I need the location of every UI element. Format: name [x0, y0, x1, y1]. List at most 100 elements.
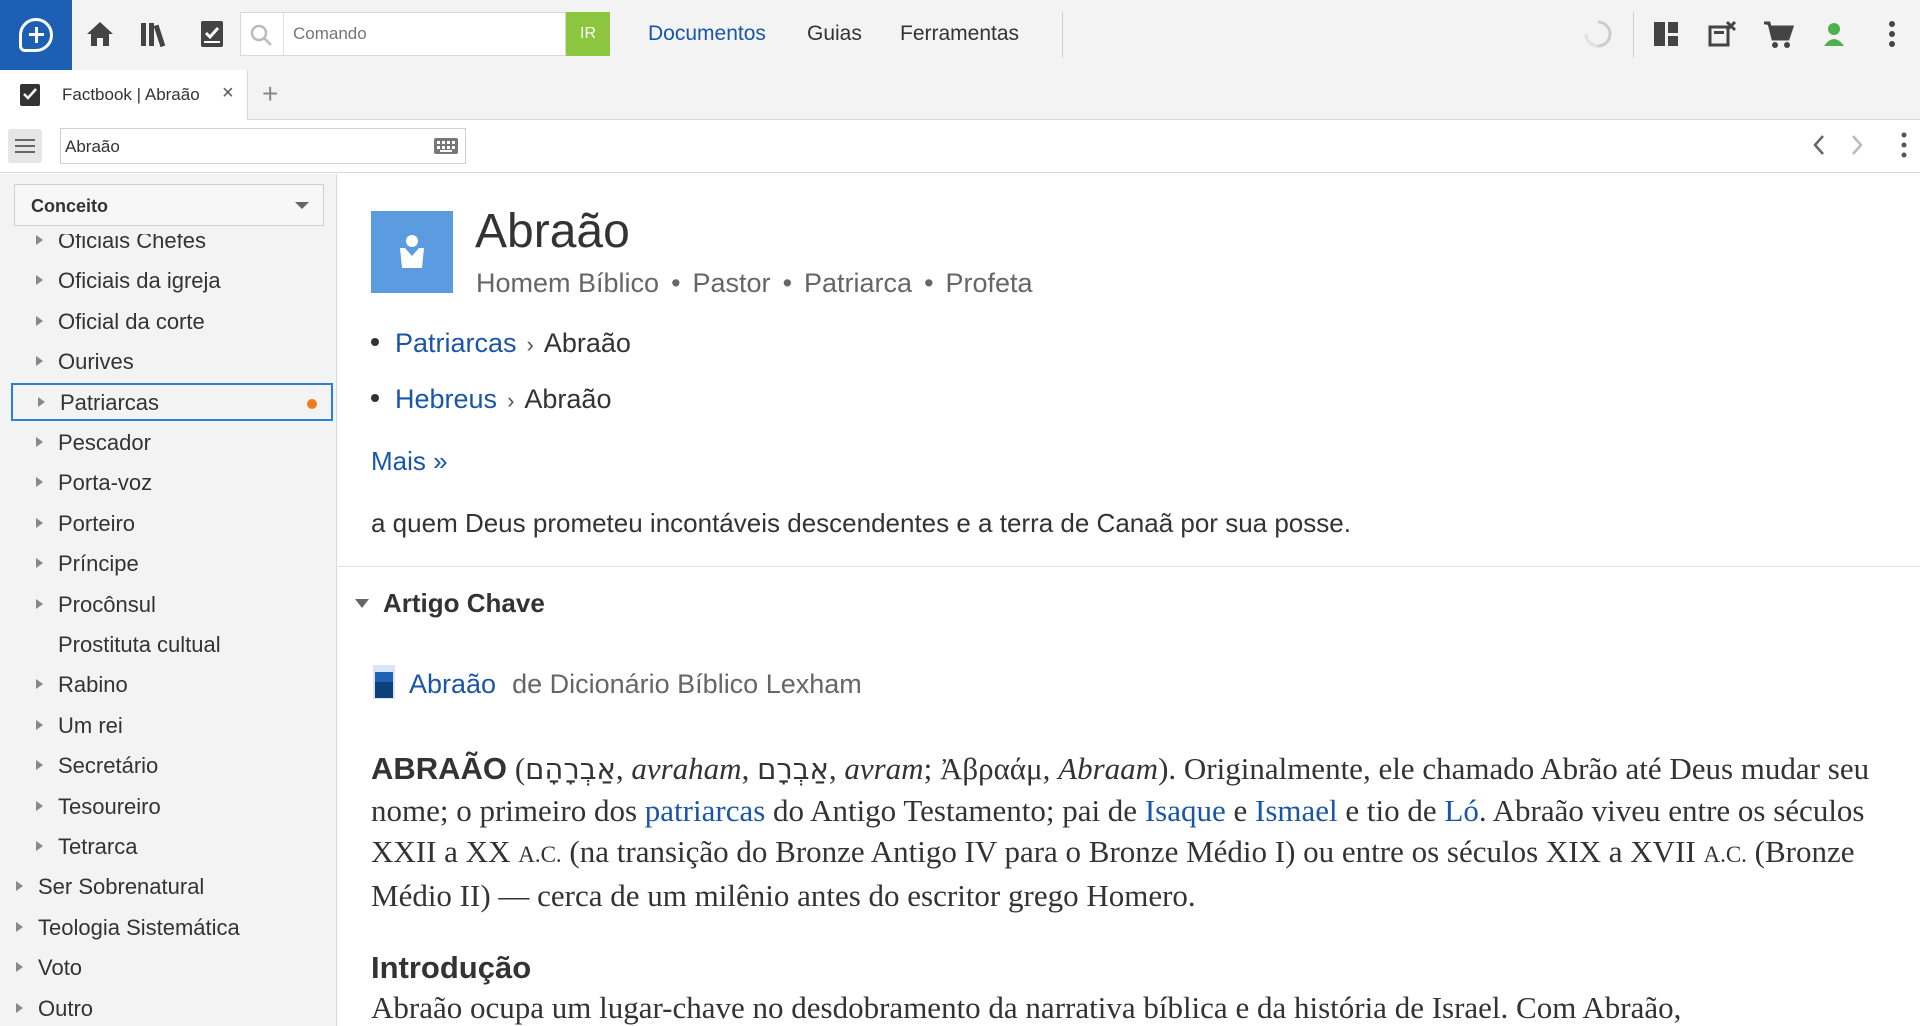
- expand-caret-icon[interactable]: [36, 760, 43, 771]
- expand-caret-icon[interactable]: [36, 437, 43, 447]
- cart-icon[interactable]: [1758, 14, 1798, 54]
- tree-item[interactable]: Oficiais da igreja: [0, 261, 336, 299]
- sync-icon[interactable]: [1578, 14, 1618, 54]
- unread-dot: [307, 398, 317, 409]
- tree-item-label: Prostituta cultual: [58, 632, 221, 657]
- expand-caret-icon[interactable]: [36, 235, 43, 245]
- role-item[interactable]: Profeta: [946, 268, 1033, 298]
- article-link[interactable]: Abraão: [409, 669, 496, 699]
- checklist-icon[interactable]: [192, 14, 232, 54]
- tab-factbook[interactable]: Factbook | Abraão ×: [0, 70, 248, 120]
- tree-item[interactable]: Rabino: [0, 665, 336, 703]
- tree-item[interactable]: Ourives: [0, 342, 336, 380]
- article-link-patriarcas[interactable]: patriarcas: [645, 793, 765, 828]
- new-tab-button[interactable]: +: [262, 78, 278, 110]
- article-text: e tio de: [1337, 793, 1445, 828]
- command-input[interactable]: [293, 19, 553, 49]
- tree-item-label: Rabino: [58, 672, 128, 698]
- tree-item[interactable]: Patriarcas: [11, 382, 333, 421]
- logo-icon[interactable]: [0, 0, 72, 70]
- breadcrumb: Patriarcas › Abraão: [371, 328, 631, 359]
- panel-more-icon[interactable]: [1900, 131, 1908, 164]
- tree-item[interactable]: Tetrarca: [0, 827, 336, 865]
- expand-caret-icon[interactable]: [36, 558, 43, 569]
- article-text: (na transição do Bronze Antigo IV para o…: [561, 834, 1704, 869]
- article-link-lo[interactable]: Ló: [1444, 793, 1478, 828]
- role-item[interactable]: Pastor: [693, 268, 771, 298]
- expand-caret-icon[interactable]: [16, 1002, 23, 1013]
- expand-caret-icon[interactable]: [16, 881, 23, 892]
- tab-close-button[interactable]: ×: [222, 82, 234, 105]
- article-link-isaque[interactable]: Isaque: [1145, 793, 1226, 828]
- expand-caret-icon[interactable]: [36, 275, 43, 286]
- tree-item[interactable]: Oficial da corte: [0, 302, 336, 340]
- user-status-icon[interactable]: [1814, 14, 1854, 54]
- expand-caret-icon[interactable]: [36, 679, 43, 690]
- reference-value[interactable]: Abraão: [65, 137, 120, 157]
- tree-item[interactable]: Teologia Sistemática: [0, 908, 336, 946]
- command-search[interactable]: [240, 12, 566, 56]
- tree-item[interactable]: Outro: [0, 989, 336, 1026]
- layout-icon[interactable]: [1646, 14, 1686, 54]
- section-key-article[interactable]: Artigo Chave: [355, 588, 545, 619]
- expand-caret-icon[interactable]: [36, 800, 43, 811]
- tree-item[interactable]: Procônsul: [0, 585, 336, 623]
- tree-item[interactable]: Porta-voz: [0, 463, 336, 501]
- chevron-left-icon[interactable]: [1812, 133, 1826, 164]
- tree-item[interactable]: Um rei: [0, 706, 336, 744]
- chevron-right-icon[interactable]: [1850, 133, 1864, 164]
- home-icon[interactable]: [80, 14, 120, 54]
- checklist-icon: [18, 82, 42, 113]
- person-icon: [371, 211, 453, 293]
- menu-guias[interactable]: Guias: [807, 22, 862, 46]
- book-icon: [371, 664, 397, 700]
- role-item[interactable]: Homem Bíblico: [476, 268, 659, 298]
- go-button[interactable]: IR: [566, 12, 610, 56]
- tree-item[interactable]: Prostituta cultual: [0, 625, 336, 663]
- tree-item[interactable]: Ser Sobrenatural: [0, 867, 336, 905]
- article-reference: Abraão de Dicionário Bíblico Lexham: [371, 665, 862, 704]
- expand-caret-icon[interactable]: [36, 477, 43, 488]
- expand-caret-icon[interactable]: [38, 396, 45, 407]
- tab-title: Factbook | Abraão: [62, 85, 200, 104]
- menu-documentos[interactable]: Documentos: [648, 22, 766, 46]
- tree-item[interactable]: Tesoureiro: [0, 787, 336, 825]
- hamburger-icon[interactable]: [8, 129, 42, 163]
- more-vertical-icon[interactable]: [1872, 14, 1912, 54]
- expand-caret-icon[interactable]: [36, 719, 43, 730]
- section-title: Artigo Chave: [383, 588, 545, 618]
- tree-item[interactable]: Pescador: [0, 423, 336, 461]
- expand-caret-icon[interactable]: [36, 315, 43, 326]
- tree-item-label: Tetrarca: [58, 834, 138, 859]
- tree-item[interactable]: Príncipe: [0, 544, 336, 582]
- expand-caret-icon[interactable]: [36, 598, 43, 609]
- more-link[interactable]: Mais »: [371, 446, 448, 477]
- era-abbrev: A.C.: [1703, 842, 1747, 867]
- reference-input[interactable]: Abraão: [60, 128, 466, 164]
- concept-tree: Oficiais Chefes Oficiais da igreja Oficial…: [0, 234, 336, 1026]
- concept-select[interactable]: Conceito: [14, 184, 324, 226]
- tree-item[interactable]: Voto: [0, 948, 336, 986]
- breadcrumb-link[interactable]: Hebreus: [395, 384, 497, 414]
- menu-ferramentas[interactable]: Ferramentas: [900, 22, 1019, 46]
- breadcrumb-link[interactable]: Patriarcas: [395, 328, 517, 358]
- close-panels-icon[interactable]: [1702, 14, 1742, 54]
- tree-item[interactable]: Secretário: [0, 746, 336, 784]
- concept-select-label: Conceito: [31, 196, 109, 216]
- hebrew-word: אַבְרָם: [757, 752, 829, 786]
- keyboard-icon[interactable]: [433, 137, 459, 160]
- expand-caret-icon[interactable]: [16, 962, 23, 973]
- tree-item[interactable]: Porteiro: [0, 504, 336, 542]
- expand-caret-icon[interactable]: [36, 517, 43, 528]
- greek-word: Ἀβραάμ: [939, 751, 1043, 786]
- role-item[interactable]: Patriarca: [804, 268, 912, 298]
- expand-caret-icon[interactable]: [36, 841, 43, 851]
- tree-item[interactable]: Oficiais Chefes: [0, 234, 336, 259]
- article-source: de Dicionário Bíblico Lexham: [512, 669, 862, 700]
- library-icon[interactable]: [135, 14, 175, 54]
- expand-caret-icon[interactable]: [36, 356, 43, 367]
- expand-caret-icon[interactable]: [16, 921, 23, 932]
- tree-item-label: Ourives: [58, 349, 134, 375]
- breadcrumb-current: Abraão: [543, 328, 631, 358]
- article-link-ismael[interactable]: Ismael: [1255, 793, 1338, 828]
